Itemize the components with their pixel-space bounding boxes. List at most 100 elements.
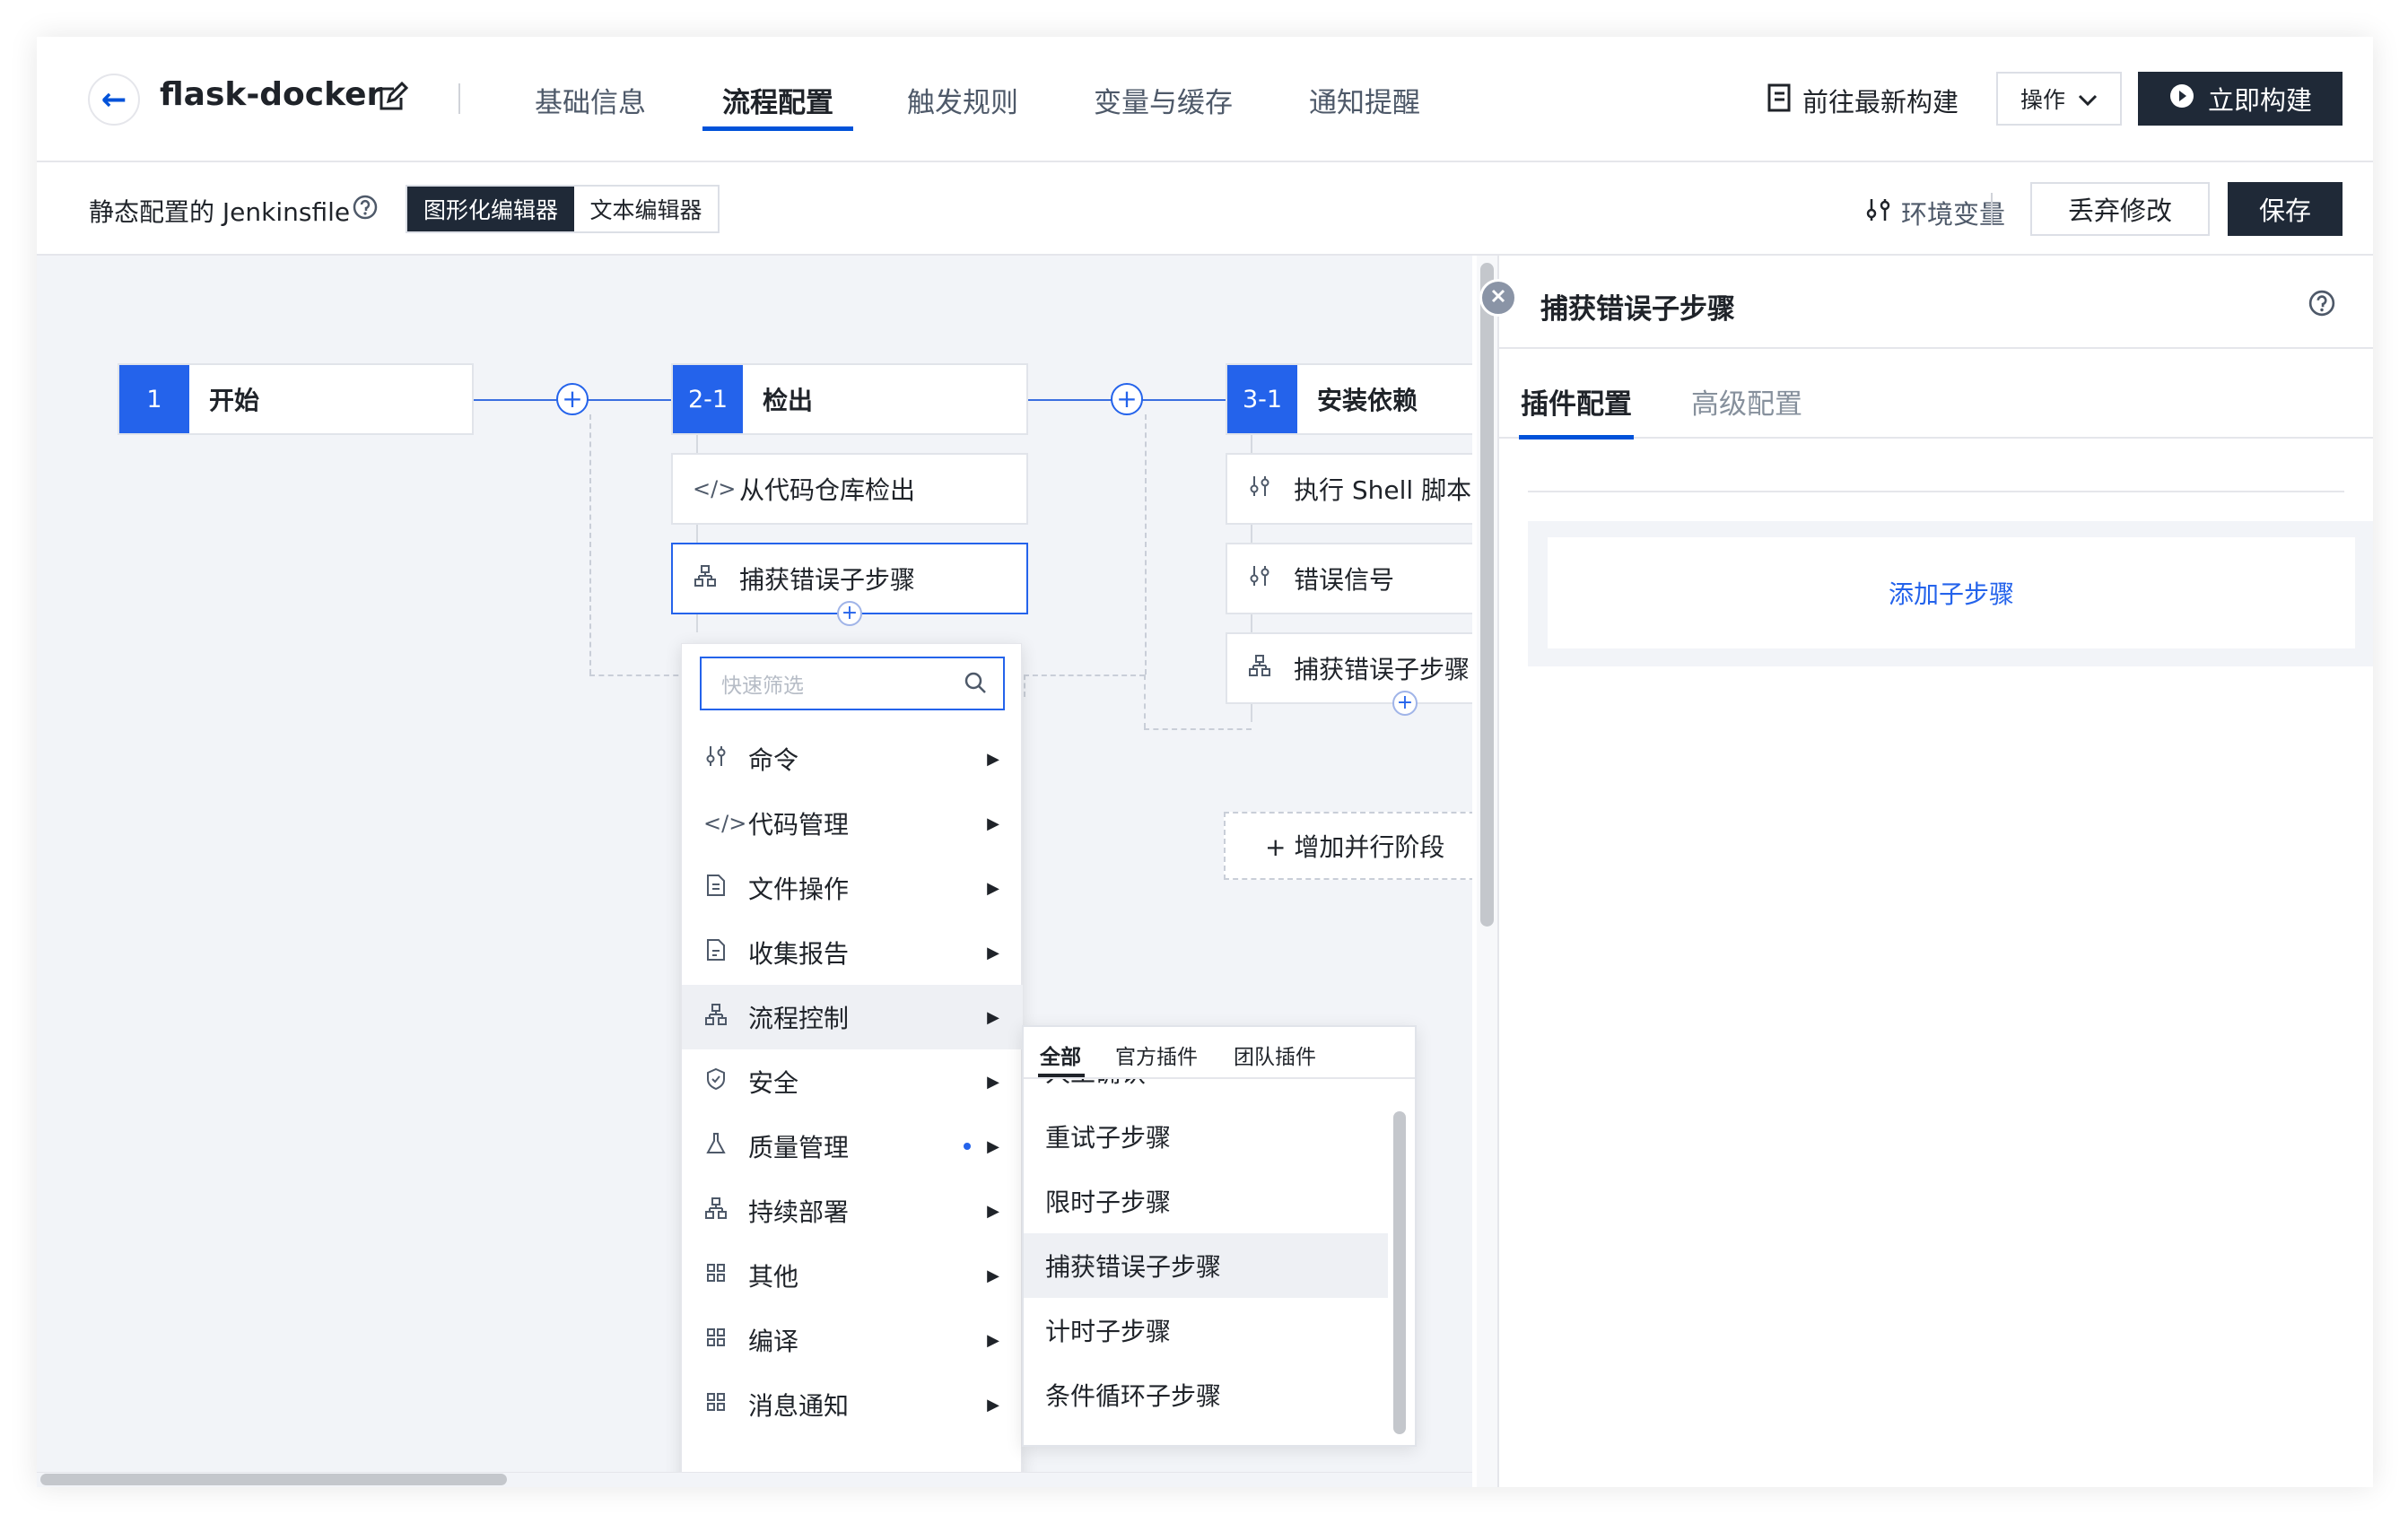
category-label: 收集报告 xyxy=(748,939,850,969)
panel-tab-indicator xyxy=(1519,435,1634,439)
step-error-signal[interactable]: 错误信号 xyxy=(1226,543,1472,614)
step-label: 从代码仓库检出 xyxy=(739,475,916,505)
add-stage-plus-icon[interactable]: + xyxy=(1111,383,1143,415)
tab-plugin-config[interactable]: 插件配置 xyxy=(1521,381,1632,422)
divider xyxy=(458,83,460,114)
submenu-item-manual-confirm[interactable]: 人工确认 xyxy=(1024,1079,1388,1104)
divider xyxy=(1528,491,2344,492)
grid-icon xyxy=(703,1327,729,1353)
category-compile[interactable]: 编译 ▶ xyxy=(682,1308,1023,1372)
add-substep-plus-icon[interactable]: + xyxy=(837,601,862,626)
category-command[interactable]: 命令 ▶ xyxy=(682,727,1023,791)
env-vars-button[interactable]: 环境变量 xyxy=(1901,194,2005,231)
discard-changes-button[interactable]: 丢弃修改 xyxy=(2030,182,2210,236)
sliders-icon xyxy=(703,744,729,773)
app-window: ← flask-docker 基础信息 流程配置 触发规则 变量与缓存 通知提醒… xyxy=(37,37,2373,1487)
caret-right-icon: ▶ xyxy=(987,1201,999,1221)
project-name: flask-docker xyxy=(160,76,383,113)
play-icon xyxy=(2168,83,2195,116)
tab-basic-info[interactable]: 基础信息 xyxy=(535,80,646,120)
submenu-item-retry[interactable]: 重试子步骤 xyxy=(1024,1104,1388,1169)
submenu-tab-all[interactable]: 全部 xyxy=(1040,1040,1081,1070)
horizontal-scrollbar[interactable] xyxy=(40,1474,507,1485)
search-icon xyxy=(964,671,987,700)
step-catch-error-2[interactable]: 捕获错误子步骤 xyxy=(1226,632,1472,704)
category-label: 持续部署 xyxy=(748,1197,850,1227)
submenu-item-catch-error[interactable]: 捕获错误子步骤 xyxy=(1024,1233,1388,1298)
canvas-vertical-scrollbar[interactable] xyxy=(1480,263,1494,927)
category-quality[interactable]: 质量管理 ▶ xyxy=(682,1114,1023,1179)
back-button[interactable]: ← xyxy=(88,74,140,126)
submenu-item-timeout[interactable]: 限时子步骤 xyxy=(1024,1169,1388,1233)
add-stage-plus-icon[interactable]: + xyxy=(556,383,589,415)
editor-mode-switch: 图形化编辑器 文本编辑器 xyxy=(406,185,720,233)
parallel-connector xyxy=(589,414,591,674)
category-security[interactable]: 安全 ▶ xyxy=(682,1049,1023,1114)
category-other[interactable]: 其他 ▶ xyxy=(682,1243,1023,1308)
arrow-left-icon: ← xyxy=(100,82,127,117)
help-icon[interactable] xyxy=(2308,290,2335,317)
step-shell-script[interactable]: 执行 Shell 脚本 xyxy=(1226,453,1472,525)
category-file-ops[interactable]: 文件操作 ▶ xyxy=(682,856,1023,920)
close-panel-button[interactable] xyxy=(1479,279,1517,317)
save-button[interactable]: 保存 xyxy=(2228,182,2343,236)
submenu-item-timer[interactable]: 计时子步骤 xyxy=(1024,1298,1388,1362)
tab-pipeline-config[interactable]: 流程配置 xyxy=(722,80,833,120)
submenu-tab-official[interactable]: 官方插件 xyxy=(1115,1040,1198,1070)
tab-trigger-rules[interactable]: 触发规则 xyxy=(907,80,1018,120)
close-icon xyxy=(1490,288,1506,308)
category-reports[interactable]: 收集报告 ▶ xyxy=(682,920,1023,985)
stage-node-checkout[interactable]: 2-1 检出 xyxy=(671,363,1028,435)
stage-name: 安装依赖 xyxy=(1317,386,1418,415)
parallel-connector xyxy=(1145,414,1147,674)
flow-icon xyxy=(703,1197,729,1225)
submenu-scrollbar[interactable] xyxy=(1393,1111,1406,1434)
add-substep-button[interactable]: 添加子步骤 xyxy=(1548,537,2355,648)
goto-latest-build-link[interactable]: 前往最新构建 xyxy=(1802,82,1959,119)
stage-number: 1 xyxy=(119,365,189,433)
help-icon[interactable] xyxy=(353,195,378,220)
build-now-button[interactable]: 立即构建 xyxy=(2138,72,2343,126)
tab-variables-cache[interactable]: 变量与缓存 xyxy=(1094,80,1233,120)
sliders-icon xyxy=(1247,474,1272,503)
substep-container: 添加子步骤 xyxy=(1528,521,2373,666)
submenu-tabs: 全部 官方插件 团队插件 xyxy=(1024,1027,1415,1079)
tab-notifications[interactable]: 通知提醒 xyxy=(1309,80,1420,120)
tab-advanced-config[interactable]: 高级配置 xyxy=(1691,381,1802,422)
caret-right-icon: ▶ xyxy=(987,1395,999,1414)
sliders-icon xyxy=(1247,564,1272,593)
category-label: 文件操作 xyxy=(748,875,850,904)
category-notifications[interactable]: 消息通知 ▶ xyxy=(682,1372,1023,1437)
divider xyxy=(1991,193,1993,225)
category-label: 其他 xyxy=(748,1262,799,1292)
static-config-label: 静态配置的 Jenkinsfile xyxy=(89,197,351,227)
category-flow-control[interactable]: 流程控制 ▶ xyxy=(682,985,1023,1049)
stage-node-start[interactable]: 1 开始 xyxy=(118,363,474,435)
add-parallel-stage-button[interactable]: + 增加并行阶段 xyxy=(1224,812,1472,880)
stage-number: 2-1 xyxy=(673,365,743,433)
caret-right-icon: ▶ xyxy=(987,749,999,769)
category-label: 消息通知 xyxy=(748,1391,850,1421)
submenu-item-loop[interactable]: 条件循环子步骤 xyxy=(1024,1362,1388,1427)
grid-icon xyxy=(703,1262,729,1289)
document-icon xyxy=(1767,83,1793,114)
add-substep-plus-icon[interactable]: + xyxy=(1392,691,1418,716)
submenu-tab-team[interactable]: 团队插件 xyxy=(1234,1040,1316,1070)
edit-icon[interactable] xyxy=(376,81,409,114)
submenu-tab-indicator xyxy=(1038,1074,1085,1077)
mode-text-button[interactable]: 文本编辑器 xyxy=(574,187,718,231)
caret-right-icon: ▶ xyxy=(987,1330,999,1350)
shield-icon xyxy=(703,1067,729,1096)
flow-icon xyxy=(1247,654,1272,683)
category-code-management[interactable]: </> 代码管理 ▶ xyxy=(682,791,1023,856)
mode-graphic-button[interactable]: 图形化编辑器 xyxy=(407,187,574,231)
flow-icon xyxy=(693,564,718,593)
parallel-connector xyxy=(1024,674,1025,697)
operations-dropdown[interactable]: 操作 xyxy=(1996,72,2122,126)
step-checkout-from-repo[interactable]: </> 从代码仓库检出 xyxy=(671,453,1028,525)
quick-filter-input[interactable]: 快速筛选 xyxy=(700,657,1005,710)
category-deployment[interactable]: 持续部署 ▶ xyxy=(682,1179,1023,1243)
parallel-connector xyxy=(1024,674,1145,676)
step-label: 捕获错误子步骤 xyxy=(1294,655,1470,684)
stage-node-install-deps[interactable]: 3-1 安装依赖 xyxy=(1226,363,1472,435)
